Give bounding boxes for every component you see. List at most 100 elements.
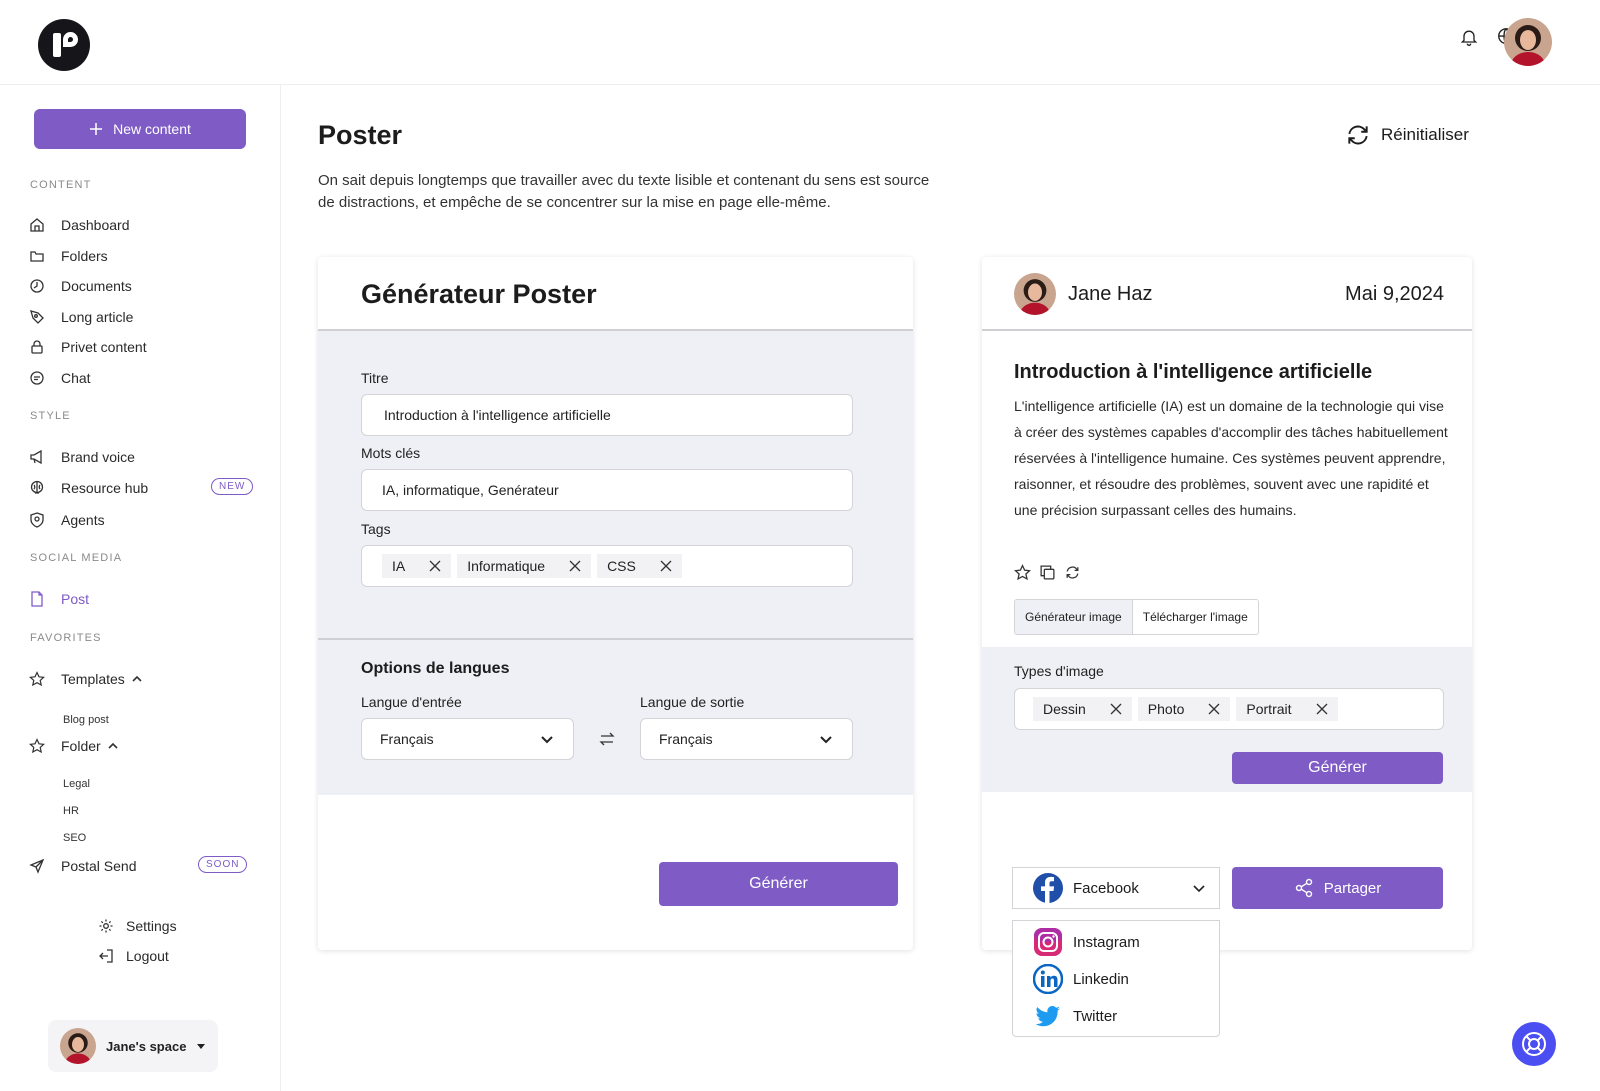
titre-label: Titre (361, 370, 389, 386)
chevron-down-icon (541, 736, 553, 744)
close-icon[interactable] (569, 560, 581, 572)
user-avatar[interactable] (1504, 18, 1552, 66)
sidebar-item-brand-voice[interactable]: Brand voice (29, 446, 135, 468)
sidebar-item-label: Chat (61, 370, 91, 386)
facebook-icon (1033, 873, 1063, 903)
swap-languages-icon[interactable] (598, 731, 616, 752)
gear-icon (99, 919, 113, 933)
close-icon[interactable] (1316, 703, 1328, 715)
sidebar-item-label: Folder (61, 738, 101, 754)
sidebar-item-documents[interactable]: Documents (29, 275, 132, 297)
tab-image-generator[interactable]: Générateur image (1015, 600, 1133, 634)
generator-title: Générateur Poster (361, 279, 597, 309)
post-date: Mai 9,2024 (1345, 283, 1444, 305)
refresh-icon (1348, 125, 1368, 145)
divider (318, 638, 913, 640)
sidebar-item-label: Privet content (61, 339, 147, 355)
new-content-label: New content (113, 121, 191, 137)
app-logo[interactable] (38, 19, 90, 71)
close-icon[interactable] (660, 560, 672, 572)
image-types-label: Types d'image (1014, 663, 1104, 679)
star-icon (29, 671, 45, 687)
close-icon[interactable] (1110, 703, 1122, 715)
brain-icon (30, 480, 44, 494)
tag-label: IA (392, 558, 406, 574)
input-language-value: Français (380, 731, 434, 747)
tag-label: Dessin (1043, 701, 1086, 717)
sidebar-item-post[interactable]: Post (29, 588, 89, 610)
new-badge: NEW (211, 478, 254, 495)
titre-input[interactable]: Introduction à l'intelligence artificiel… (361, 394, 853, 436)
article-actions (1014, 564, 1081, 581)
tag-chip: CSS (597, 554, 682, 578)
share-button[interactable]: Partager (1232, 867, 1443, 909)
sidebar-item-label: Dashboard (61, 217, 130, 233)
social-network-dropdown: Instagram Linkedin Twitter (1012, 920, 1220, 1037)
sidebar-subitem-blog-post[interactable]: Blog post (63, 714, 109, 726)
sidebar-item-resource-hub[interactable]: Resource hub (29, 477, 148, 499)
page-title: Poster (318, 120, 403, 150)
generate-image-button[interactable]: Générer (1232, 752, 1443, 784)
instagram-icon (1034, 928, 1062, 956)
generate-button[interactable]: Générer (659, 862, 898, 906)
input-language-select[interactable]: Français (361, 718, 574, 760)
sidebar-subitem-legal[interactable]: Legal (63, 778, 90, 790)
sidebar-item-label: Folders (61, 248, 108, 264)
sidebar-item-templates[interactable]: Templates (29, 668, 145, 690)
author-avatar (1014, 273, 1056, 315)
dropdown-option-twitter[interactable]: Twitter (1033, 1001, 1117, 1031)
shield-agent-icon (30, 512, 44, 528)
close-icon[interactable] (429, 560, 441, 572)
settings-link[interactable]: Settings (98, 918, 177, 934)
sidebar-item-label: Resource hub (61, 480, 149, 496)
sidebar-item-privet-content[interactable]: Privet content (29, 336, 147, 358)
sidebar-subitem-seo[interactable]: SEO (63, 832, 86, 844)
article-body: L'intelligence artificielle (IA) est un … (1014, 398, 1448, 518)
image-types-input[interactable]: Dessin Photo Portrait (1014, 688, 1444, 730)
tag-label: CSS (607, 558, 636, 574)
tags-label: Tags (361, 521, 391, 537)
reset-button[interactable]: Réinitialiser (1345, 122, 1469, 148)
sidebar-item-chat[interactable]: Chat (29, 367, 91, 389)
social-network-select[interactable]: Facebook (1012, 867, 1220, 909)
logout-link[interactable]: Logout (98, 948, 169, 964)
keywords-input[interactable]: IA, informatique, Genérateur (361, 469, 853, 511)
sidebar-item-folder[interactable]: Folder (29, 735, 121, 757)
tag-chip: Portrait (1236, 697, 1338, 721)
output-language-select[interactable]: Français (640, 718, 853, 760)
sidebar-item-folders[interactable]: Folders (29, 245, 108, 267)
sidebar-item-postal-send[interactable]: Postal Send (29, 855, 137, 877)
sidebar-item-dashboard[interactable]: Dashboard (29, 214, 130, 236)
chevron-up-icon (132, 675, 142, 682)
author-name: Jane Haz (1068, 282, 1153, 305)
sidebar-subitem-hr[interactable]: HR (63, 805, 79, 817)
divider (982, 329, 1472, 331)
folder-icon (30, 251, 44, 262)
bell-icon[interactable] (1456, 24, 1482, 50)
send-icon (29, 858, 45, 874)
dropdown-option-linkedin[interactable]: Linkedin (1033, 964, 1129, 994)
page-description: On sait depuis longtemps que travailler … (318, 172, 930, 211)
top-bar (0, 0, 1600, 85)
output-language-label: Langue de sortie (640, 694, 745, 710)
logout-icon (99, 949, 113, 963)
sidebar-item-long-article[interactable]: Long article (29, 306, 133, 328)
tag-label: Portrait (1246, 701, 1292, 717)
settings-label: Settings (126, 918, 177, 934)
clock-document-icon (30, 279, 44, 293)
tab-download-image[interactable]: Télécharger l'image (1132, 600, 1258, 634)
tags-input[interactable]: IA Informatique CSS (361, 545, 853, 587)
reset-label: Réinitialiser (1381, 125, 1469, 144)
refresh-icon[interactable] (1064, 564, 1081, 581)
dropdown-option-instagram[interactable]: Instagram (1033, 927, 1140, 957)
workspace-switcher[interactable]: Jane's space (48, 1020, 218, 1072)
plus-icon (90, 123, 103, 135)
megaphone-icon (30, 449, 42, 465)
help-button[interactable] (1512, 1022, 1556, 1066)
close-icon[interactable] (1208, 703, 1220, 715)
sidebar-item-agents[interactable]: Agents (29, 509, 105, 531)
star-icon[interactable] (1014, 564, 1031, 581)
copy-icon[interactable] (1039, 564, 1056, 581)
logout-label: Logout (126, 948, 169, 964)
new-content-button[interactable]: New content (34, 109, 246, 149)
